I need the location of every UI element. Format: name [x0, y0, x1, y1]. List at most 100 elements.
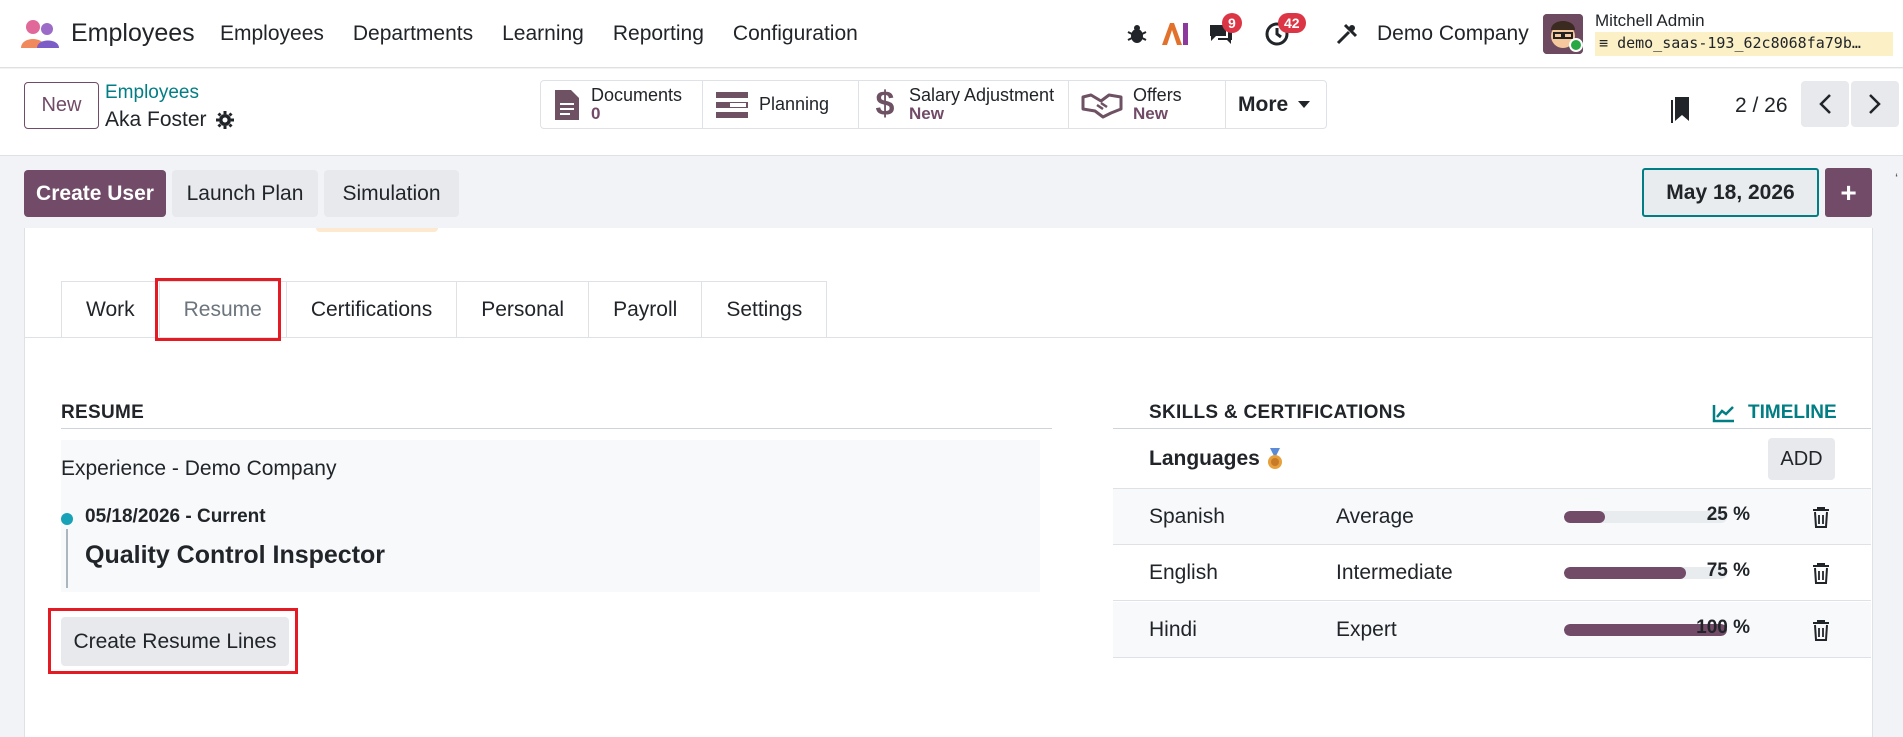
record-name: Aka Foster	[105, 108, 207, 131]
trash-icon[interactable]	[1811, 619, 1831, 641]
trash-icon[interactable]	[1811, 506, 1831, 528]
offers-label: Offers	[1133, 85, 1182, 105]
documents-smart-button[interactable]: Documents 0	[541, 81, 703, 128]
breadcrumb-current: Aka Foster	[105, 108, 235, 132]
skill-level: Intermediate	[1336, 561, 1453, 584]
menu-learning[interactable]: Learning	[502, 22, 584, 46]
planning-label: Planning	[759, 94, 830, 114]
skill-progress-fill	[1564, 567, 1687, 579]
trash-icon[interactable]	[1811, 562, 1831, 584]
skill-level: Average	[1336, 505, 1414, 528]
tab-work[interactable]: Work	[61, 281, 160, 338]
planning-smart-button[interactable]: Planning	[703, 81, 859, 128]
medal-icon	[1267, 448, 1282, 469]
documents-count: 0	[591, 104, 601, 123]
activities-icon[interactable]: 42	[1260, 13, 1306, 52]
more-dropdown[interactable]: More	[1226, 81, 1326, 128]
resume-tab-highlight	[155, 278, 281, 341]
timeline-line	[66, 529, 68, 588]
salary-label: Salary Adjustment	[909, 85, 1055, 105]
skill-category: Languages	[1149, 447, 1284, 471]
new-button[interactable]: New	[24, 82, 99, 129]
skill-progress-bar	[1564, 567, 1727, 579]
chevron-left-icon	[1819, 94, 1831, 114]
planning-icon	[716, 91, 748, 118]
bookmark-icon[interactable]	[1671, 95, 1693, 123]
tabs-divider	[24, 337, 1873, 338]
simulation-button[interactable]: Simulation	[324, 170, 459, 217]
skill-progress-fill	[1564, 511, 1605, 523]
skill-percent: 75 %	[1706, 560, 1750, 581]
tools-icon[interactable]	[1330, 16, 1364, 52]
menu-reporting[interactable]: Reporting	[613, 22, 704, 46]
skill-name: English	[1149, 561, 1218, 584]
tab-certifications[interactable]: Certifications	[286, 281, 458, 338]
resume-line-title[interactable]: Quality Control Inspector	[85, 541, 385, 570]
documents-label: Documents	[591, 85, 683, 105]
more-label: More	[1238, 92, 1289, 116]
caret-down-icon	[1298, 100, 1311, 108]
pager-value[interactable]: 2 / 26	[1735, 94, 1788, 118]
date-button[interactable]: May 18, 2026	[1642, 168, 1819, 217]
add-skill-button[interactable]: ADD	[1768, 438, 1835, 480]
resume-divider	[61, 428, 1052, 429]
tab-personal[interactable]: Personal	[457, 281, 590, 338]
skill-row[interactable]: Hindi Expert 100 %	[1113, 602, 1871, 658]
skill-name: Spanish	[1149, 505, 1225, 528]
salary-status: New	[909, 104, 944, 123]
debug-icon[interactable]	[1120, 16, 1154, 52]
timeline-label: TIMELINE	[1748, 402, 1837, 423]
skill-category-label: Languages	[1149, 447, 1260, 470]
menu-configuration[interactable]: Configuration	[733, 22, 858, 46]
company-switcher[interactable]: Demo Company	[1377, 22, 1529, 46]
main-menu: Employees Departments Learning Reporting…	[220, 22, 887, 46]
skill-row[interactable]: English Intermediate 75 %	[1113, 545, 1871, 601]
database-tag: ≡ demo_saas-193_62c8068fa79b…	[1595, 32, 1893, 56]
menu-departments[interactable]: Departments	[353, 22, 473, 46]
resume-line-date[interactable]: 05/18/2026 - Current	[85, 506, 266, 528]
pager-next-button[interactable]	[1851, 81, 1899, 127]
salary-adjustment-smart-button[interactable]: $ Salary Adjustment New	[859, 81, 1069, 128]
online-status-dot	[1569, 38, 1583, 52]
offers-status: New	[1133, 104, 1168, 123]
form-statusbar: Create User Launch Plan Simulation May 1…	[0, 156, 1903, 228]
breadcrumb-parent[interactable]: Employees	[105, 82, 199, 104]
smart-buttons: Documents 0 Planning $ Salary Adjustment N…	[540, 80, 1327, 129]
offers-smart-button[interactable]: Offers New	[1069, 81, 1226, 128]
employees-app-icon[interactable]	[19, 18, 61, 50]
database-name: demo_saas-193_62c8068fa79b…	[1617, 34, 1861, 52]
control-panel: New Employees Aka Foster Documents 0 Plan…	[0, 69, 1903, 156]
launch-plan-button[interactable]: Launch Plan	[172, 170, 318, 217]
messages-icon[interactable]: 9	[1204, 13, 1242, 52]
timeline-dot	[61, 513, 73, 525]
scroll-indicator: ‘	[1895, 170, 1899, 186]
pager-previous-button[interactable]	[1801, 81, 1849, 127]
create-user-button[interactable]: Create User	[24, 170, 166, 217]
status-ribbon-edge	[316, 228, 438, 232]
add-plus-button[interactable]: +	[1825, 168, 1872, 217]
resume-group-title: Experience - Demo Company	[61, 457, 337, 480]
messages-badge: 9	[1222, 13, 1242, 33]
skill-progress-bar	[1564, 511, 1727, 523]
menu-employees[interactable]: Employees	[220, 22, 324, 46]
skill-name: Hindi	[1149, 618, 1197, 641]
tab-settings[interactable]: Settings	[702, 281, 828, 338]
user-name[interactable]: Mitchell Admin	[1595, 11, 1705, 31]
app-name[interactable]: Employees	[71, 19, 195, 48]
dollar-icon: $	[875, 85, 895, 123]
skill-row[interactable]: Spanish Average 25 %	[1113, 489, 1871, 545]
skill-percent: 100 %	[1696, 617, 1750, 638]
timeline-button[interactable]: TIMELINE	[1712, 402, 1837, 424]
tab-payroll[interactable]: Payroll	[589, 281, 703, 338]
handshake-icon	[1081, 93, 1123, 118]
gear-icon[interactable]	[215, 110, 235, 130]
skill-percent: 25 %	[1706, 504, 1750, 525]
document-icon	[555, 89, 579, 120]
skills-section-title: SKILLS & CERTIFICATIONS	[1149, 402, 1406, 423]
skill-level: Expert	[1336, 618, 1397, 641]
chevron-right-icon	[1869, 94, 1881, 114]
create-resume-lines-highlight	[48, 608, 298, 674]
line-chart-icon	[1712, 405, 1734, 423]
ai-icon[interactable]	[1158, 16, 1192, 52]
database-icon: ≡	[1599, 34, 1609, 52]
